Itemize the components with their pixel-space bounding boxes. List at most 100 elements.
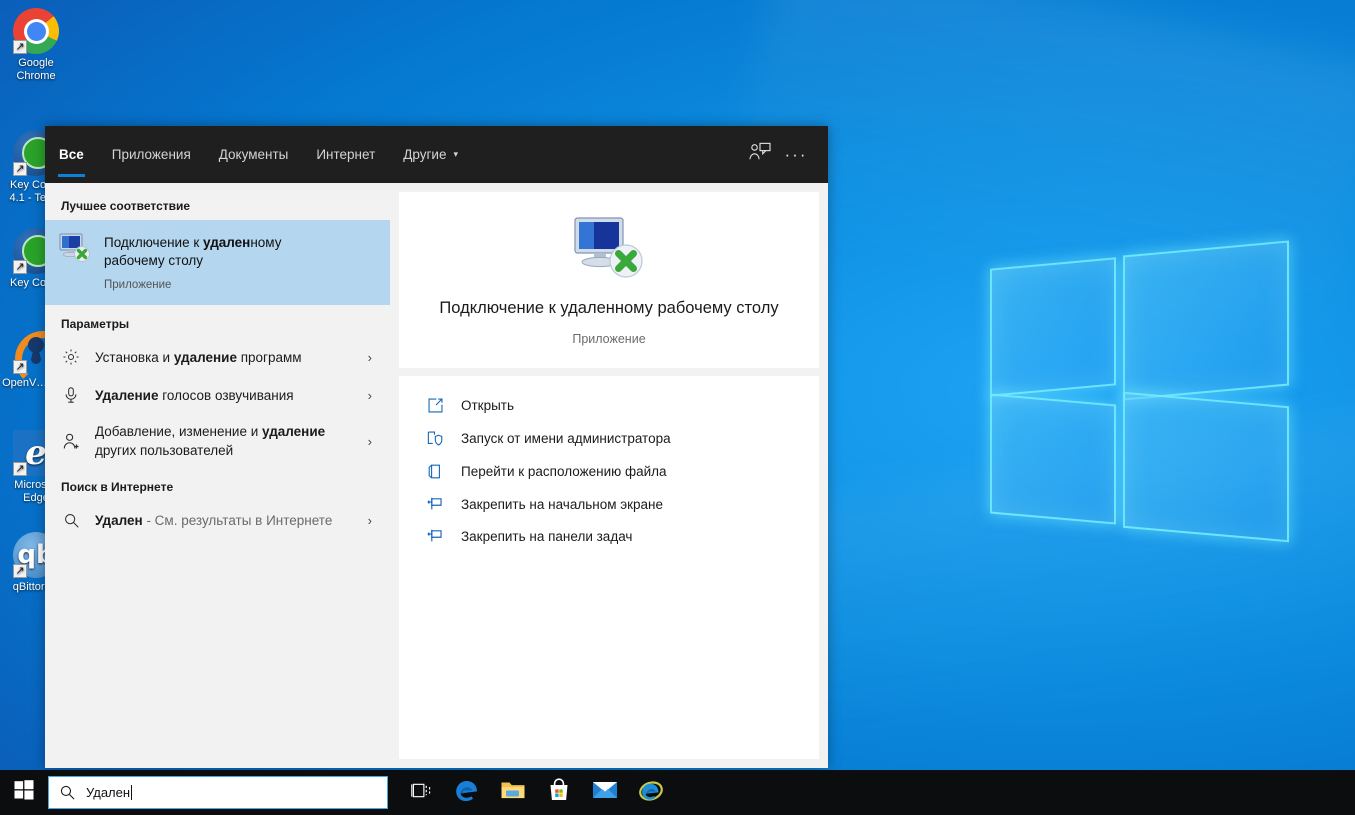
tab-apps[interactable]: Приложения [98, 126, 205, 183]
tab-label: Интернет [316, 147, 375, 162]
search-panel-body: Лучшее соответствие [45, 183, 828, 768]
taskbar-search-box[interactable]: Удален [48, 776, 388, 809]
task-view-button[interactable] [398, 770, 444, 815]
microsoft-edge-icon [454, 777, 480, 808]
microsoft-store-icon [547, 778, 571, 807]
search-icon [59, 784, 76, 801]
google-chrome-icon: ↗ [13, 8, 59, 54]
best-match-subtitle: Приложение [104, 279, 339, 291]
settings-result-uninstall-programs[interactable]: Установка и удаление программ › [45, 338, 390, 376]
taskbar-mail[interactable] [582, 770, 628, 815]
taskbar-microsoft-edge[interactable] [444, 770, 490, 815]
action-label: Закрепить на панели задач [461, 529, 632, 544]
internet-explorer-icon [638, 777, 664, 808]
logo-pane-top-left [990, 257, 1116, 396]
app-actions-card: Открыть Запуск от имени администратора [399, 376, 819, 759]
tab-web[interactable]: Интернет [302, 126, 389, 183]
microphone-icon [61, 386, 81, 404]
desktop-icon-label: Google Chrome [2, 57, 70, 83]
feedback-icon [749, 142, 771, 167]
search-tabs: Все Приложения Документы Интернет Другие… [45, 126, 742, 183]
chevron-right-icon: › [368, 388, 376, 403]
windows-logo-wallpaper [960, 215, 1320, 555]
app-preview-card: Подключение к удаленному рабочему столу … [399, 192, 819, 368]
desktop[interactable]: ↗ Google Chrome ↗ Key Coll… 4.1 - Tes… ↗… [0, 0, 1355, 815]
logo-pane-bottom-right [1123, 392, 1289, 543]
shortcut-arrow-icon: ↗ [13, 462, 27, 476]
add-user-icon [61, 432, 81, 451]
action-open[interactable]: Открыть [399, 389, 819, 422]
tab-more[interactable]: Другие ▾ [389, 126, 472, 183]
best-match-title: Подключение к удаленному рабочему столу [104, 234, 339, 270]
open-icon [425, 397, 445, 414]
action-label: Запуск от имени администратора [461, 431, 671, 446]
more-options-icon: ··· [785, 146, 808, 163]
task-view-icon [411, 781, 432, 805]
tab-all[interactable]: Все [45, 126, 98, 183]
gear-icon [61, 348, 81, 366]
settings-result-manage-users[interactable]: Добавление, изменение и удаление других … [45, 414, 390, 468]
shortcut-arrow-icon: ↗ [13, 260, 27, 274]
settings-heading: Параметры [45, 305, 390, 338]
windows-search-panel: Все Приложения Документы Интернет Другие… [45, 126, 828, 768]
action-label: Открыть [461, 398, 514, 413]
search-detail-pane: Подключение к удаленному рабочему столу … [390, 183, 828, 768]
best-match-heading: Лучшее соответствие [45, 187, 390, 220]
chevron-right-icon: › [368, 513, 376, 528]
remote-desktop-connection-icon [59, 233, 91, 268]
settings-result-label: Установка и удаление программ [95, 348, 354, 367]
action-pin-to-taskbar[interactable]: Закрепить на панели задач [399, 520, 819, 552]
logo-pane-top-right [1123, 240, 1289, 400]
chevron-right-icon: › [368, 434, 376, 449]
shortcut-arrow-icon: ↗ [13, 564, 27, 578]
shortcut-arrow-icon: ↗ [13, 162, 27, 176]
taskbar-file-explorer[interactable] [490, 770, 536, 815]
app-preview-subtitle: Приложение [419, 332, 799, 346]
taskbar: Удален [0, 770, 1355, 815]
action-run-as-administrator[interactable]: Запуск от имени администратора [399, 422, 819, 455]
desktop-icon-google-chrome[interactable]: ↗ Google Chrome [2, 8, 70, 83]
web-search-label: Удален - См. результаты в Интернете [95, 511, 354, 530]
tab-label: Другие [403, 147, 446, 162]
logo-pane-bottom-left [990, 393, 1116, 524]
taskbar-internet-explorer[interactable] [628, 770, 674, 815]
pin-icon [425, 496, 445, 512]
taskbar-icons [398, 770, 674, 815]
tab-label: Все [59, 147, 84, 162]
tab-label: Приложения [112, 147, 191, 162]
shortcut-arrow-icon: ↗ [13, 40, 27, 54]
web-search-result[interactable]: Удален - См. результаты в Интернете › [45, 501, 390, 539]
action-pin-to-start[interactable]: Закрепить на начальном экране [399, 488, 819, 520]
search-icon [61, 512, 81, 529]
taskbar-microsoft-store[interactable] [536, 770, 582, 815]
action-label: Закрепить на начальном экране [461, 497, 663, 512]
windows-logo-icon [14, 780, 34, 805]
file-explorer-icon [500, 779, 526, 806]
search-input[interactable]: Удален [86, 785, 132, 800]
shield-run-as-admin-icon [425, 430, 445, 447]
search-panel-header: Все Приложения Документы Интернет Другие… [45, 126, 828, 183]
shortcut-arrow-icon: ↗ [13, 360, 27, 374]
mail-icon [592, 780, 618, 805]
folder-location-icon [425, 463, 445, 480]
text-caret [131, 785, 132, 800]
settings-result-remove-voices[interactable]: Удаление голосов озвучивания › [45, 376, 390, 414]
chevron-right-icon: › [368, 350, 376, 365]
more-options-button[interactable]: ··· [778, 137, 814, 173]
start-button[interactable] [0, 770, 48, 815]
settings-result-label: Добавление, изменение и удаление других … [95, 422, 354, 460]
action-open-file-location[interactable]: Перейти к расположению файла [399, 455, 819, 488]
settings-result-label: Удаление голосов озвучивания [95, 386, 354, 405]
feedback-button[interactable] [742, 137, 778, 173]
search-input-value: Удален [86, 785, 130, 800]
best-match-result[interactable]: Подключение к удаленному рабочему столу … [45, 220, 390, 305]
app-preview-title: Подключение к удаленному рабочему столу [419, 296, 799, 320]
remote-desktop-connection-icon [573, 216, 645, 280]
action-label: Перейти к расположению файла [461, 464, 667, 479]
tab-documents[interactable]: Документы [205, 126, 303, 183]
tab-label: Документы [219, 147, 289, 162]
search-results-list: Лучшее соответствие [45, 183, 390, 768]
best-match-text: Подключение к удаленному рабочему столу … [104, 233, 339, 291]
pin-icon [425, 528, 445, 544]
web-search-heading: Поиск в Интернете [45, 468, 390, 501]
